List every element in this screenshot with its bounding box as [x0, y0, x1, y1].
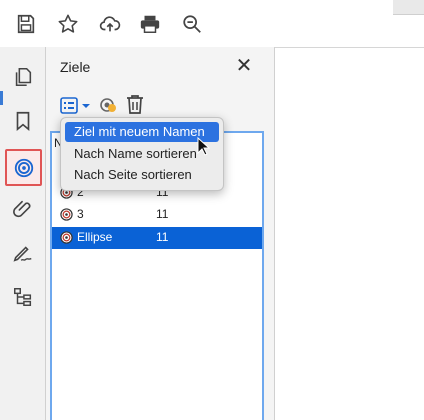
attachments-button[interactable]	[7, 193, 39, 225]
chevron-down-icon	[82, 104, 90, 108]
target-icon	[14, 158, 33, 177]
pages-icon	[15, 67, 32, 87]
delete-destination-button[interactable]	[124, 93, 146, 115]
upload-button[interactable]	[96, 10, 124, 38]
menu-item-sort-by-page[interactable]: Nach Seite sortieren	[65, 165, 219, 185]
save-button[interactable]	[12, 10, 40, 38]
toolbar-edge	[393, 0, 424, 15]
paperclip-icon	[13, 200, 31, 218]
destination-page: 11	[156, 207, 169, 221]
list-options-icon	[60, 97, 90, 114]
close-icon: ✕	[235, 55, 253, 77]
destination-page: 11	[156, 230, 169, 244]
new-destination-button[interactable]	[98, 95, 118, 115]
bookmark-star-button[interactable]	[54, 10, 82, 38]
star-icon	[58, 14, 78, 33]
signature-pen-icon	[13, 246, 32, 262]
cloud-upload-icon	[99, 16, 121, 32]
bookmark-icon	[16, 111, 30, 132]
close-panel-button[interactable]: ✕	[234, 56, 254, 76]
options-dropdown-button[interactable]	[60, 97, 94, 115]
menu-item-sort-by-name[interactable]: Nach Name sortieren	[65, 144, 219, 164]
top-toolbar	[0, 0, 424, 48]
new-destination-icon	[100, 98, 116, 112]
destinations-button[interactable]	[5, 149, 42, 186]
rail-indicator	[0, 91, 3, 105]
zoom-button[interactable]	[178, 10, 206, 38]
magnifier-icon	[183, 15, 201, 33]
trash-icon	[127, 95, 143, 114]
print-button[interactable]	[136, 10, 164, 38]
destination-name: Ellipse	[77, 230, 113, 244]
structure-button[interactable]	[7, 281, 39, 313]
destination-row[interactable]: 3 11	[52, 204, 262, 225]
signature-button[interactable]	[7, 237, 39, 269]
mouse-pointer-icon	[197, 137, 211, 156]
left-navigation-rail	[0, 47, 46, 420]
tree-structure-icon	[14, 288, 32, 306]
save-icon	[17, 14, 35, 34]
panel-title: Ziele	[60, 59, 91, 75]
destination-name: 3	[77, 207, 84, 221]
target-icon	[60, 231, 73, 244]
destination-row-selected[interactable]: Ellipse 11	[52, 227, 262, 249]
bookmarks-button[interactable]	[7, 105, 39, 137]
menu-item-rename-destination[interactable]: Ziel mit neuem Namen	[65, 122, 219, 142]
printer-icon	[140, 15, 160, 33]
pages-button[interactable]	[7, 61, 39, 93]
target-icon	[60, 208, 73, 221]
